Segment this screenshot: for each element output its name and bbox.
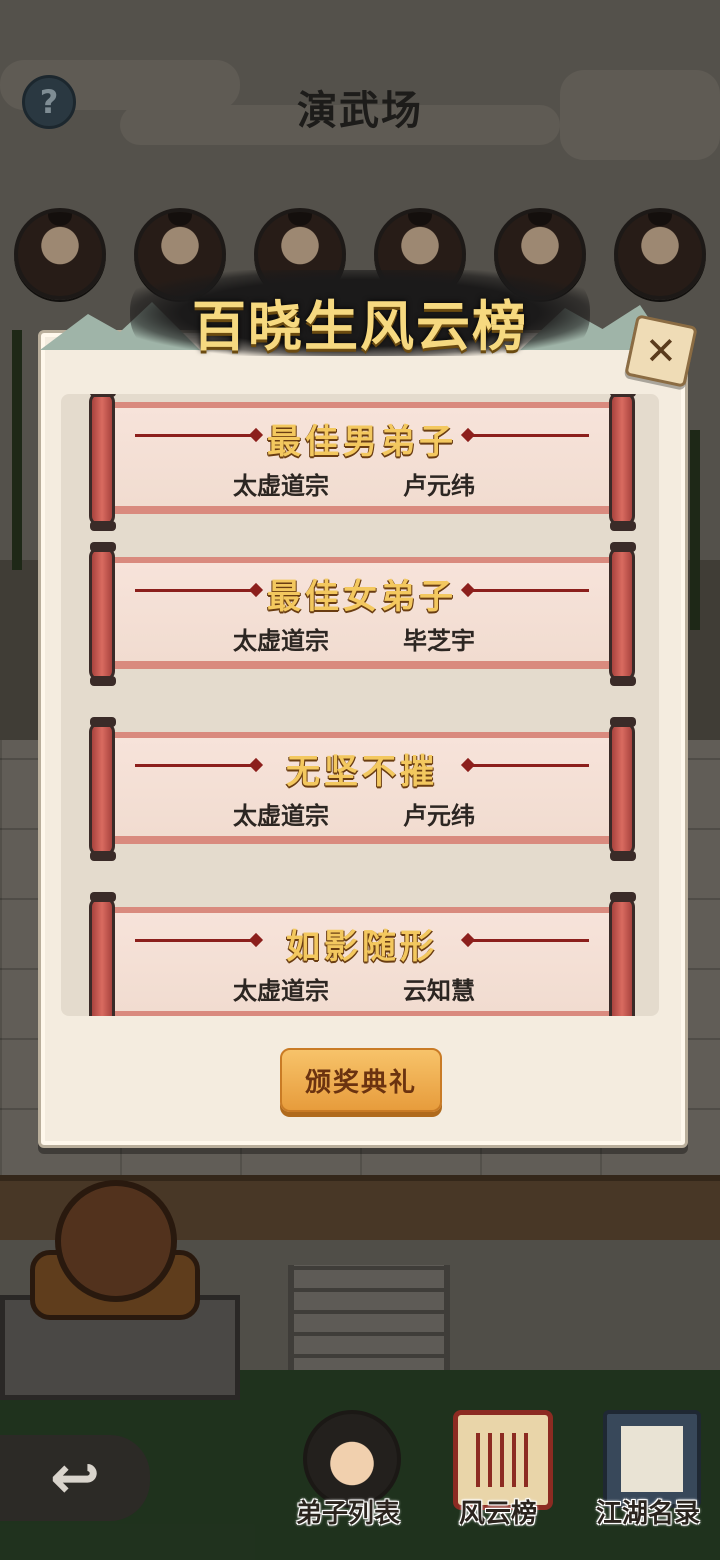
close-button[interactable]: ✕ bbox=[624, 314, 698, 388]
scroll-paper: 无坚不摧 太虚道宗 卢元纬 bbox=[113, 732, 611, 844]
back-button[interactable]: ↩ bbox=[0, 1435, 150, 1521]
award-scroll: 无坚不摧 太虚道宗 卢元纬 bbox=[89, 717, 636, 861]
scroll-rod bbox=[609, 717, 636, 861]
scroll-paper: 最佳男弟子 太虚道宗 卢元纬 bbox=[113, 402, 611, 514]
award-title: 无坚不摧 bbox=[286, 752, 438, 792]
award-winner: 卢元纬 bbox=[403, 472, 475, 500]
nav-label: 弟子列表 bbox=[295, 1499, 400, 1529]
award-list[interactable]: 最佳男弟子 太虚道宗 卢元纬 最佳女弟子 太虚道宗 毕芝宇 无坚不摧 太虚道宗 … bbox=[61, 394, 659, 1016]
award-sect: 太虚道宗 bbox=[233, 472, 329, 500]
scroll-rod bbox=[89, 717, 116, 861]
back-arrow-icon: ↩ bbox=[49, 1443, 101, 1513]
award-sect: 太虚道宗 bbox=[233, 977, 329, 1005]
nav-label: 风云榜 bbox=[458, 1499, 537, 1529]
scroll-rod bbox=[609, 394, 636, 531]
scroll-rod bbox=[609, 892, 636, 1016]
award-ceremony-button[interactable]: 颁奖典礼 bbox=[280, 1048, 442, 1112]
nav-jianghu-directory[interactable]: 江湖名录 bbox=[578, 1400, 718, 1540]
nav-disciple-list[interactable]: 弟子列表 bbox=[278, 1400, 418, 1540]
scroll-paper: 最佳女弟子 太虚道宗 毕芝宇 bbox=[113, 557, 611, 669]
nav-ranking[interactable]: 风云榜 bbox=[428, 1400, 568, 1540]
award-title: 最佳男弟子 bbox=[267, 422, 457, 462]
award-scroll: 最佳女弟子 太虚道宗 毕芝宇 bbox=[89, 542, 636, 686]
award-scroll: 最佳男弟子 太虚道宗 卢元纬 bbox=[89, 394, 636, 531]
award-winner: 毕芝宇 bbox=[403, 627, 475, 655]
award-scroll: 如影随形 太虚道宗 云知慧 bbox=[89, 892, 636, 1016]
close-icon: ✕ bbox=[645, 329, 677, 373]
scroll-rod bbox=[89, 394, 116, 531]
award-winner: 云知慧 bbox=[403, 977, 475, 1005]
award-title: 最佳女弟子 bbox=[267, 577, 457, 617]
scroll-rod bbox=[609, 542, 636, 686]
award-sect: 太虚道宗 bbox=[233, 802, 329, 830]
nav-label: 江湖名录 bbox=[595, 1499, 700, 1529]
award-winner: 卢元纬 bbox=[403, 802, 475, 830]
award-title: 如影随形 bbox=[286, 927, 438, 967]
award-sect: 太虚道宗 bbox=[233, 627, 329, 655]
scroll-paper: 如影随形 太虚道宗 云知慧 bbox=[113, 907, 611, 1016]
scroll-rod bbox=[89, 542, 116, 686]
modal-title: 百晓生风云榜 bbox=[192, 294, 528, 358]
scroll-rod bbox=[89, 892, 116, 1016]
